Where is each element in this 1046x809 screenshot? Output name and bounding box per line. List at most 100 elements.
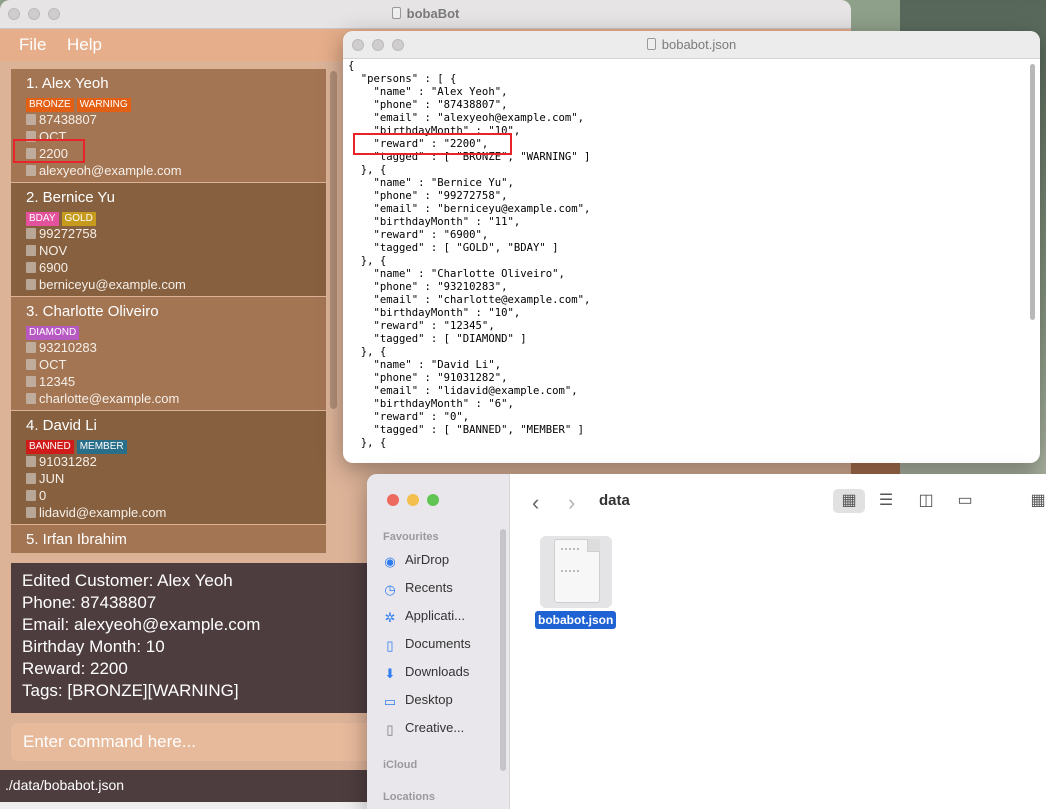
json-line: "reward" : "12345",: [348, 320, 495, 332]
json-line: "tagged" : [ "GOLD", "BDAY" ]: [348, 242, 559, 254]
person-card[interactable]: 1. Alex Yeoh BRONZE WARNING 87438807 OCT 2200…: [11, 69, 326, 182]
sidebar-item-documents[interactable]: ▯ Documents: [383, 636, 498, 658]
sidebar-section-favourites: Favourites: [383, 531, 439, 543]
person-card[interactable]: 3. Charlotte Oliveiro DIAMOND 93210283 OCT 1…: [11, 297, 326, 410]
json-line: "birthdayMonth" : "11",: [348, 216, 521, 228]
sidebar-item-label: Downloads: [405, 664, 470, 679]
menu-help[interactable]: Help: [67, 35, 102, 55]
reward-value: 0: [39, 488, 47, 503]
sidebar-item-label: AirDrop: [405, 552, 450, 567]
sidebar-item-downloads[interactable]: ⬇ Downloads: [383, 664, 498, 686]
sidebar-item-label: Applicati...: [405, 608, 465, 623]
bobabot-titlebar[interactable]: bobaBot: [0, 0, 851, 29]
person-name: 2. Bernice Yu: [26, 189, 115, 206]
email-row: charlotte@example.com: [26, 390, 326, 407]
tag-badge: WARNING: [76, 98, 131, 112]
email-icon: [26, 165, 36, 176]
sidebar-item-desktop[interactable]: ▭ Desktop: [383, 692, 498, 714]
person-name: 1. Alex Yeoh: [26, 75, 109, 92]
reward-line-highlight-box: [353, 133, 512, 155]
menu-file[interactable]: File: [19, 35, 46, 55]
reward-value: 12345: [39, 374, 76, 389]
phone-value: 99272758: [39, 226, 97, 241]
list-view-button[interactable]: ☰: [870, 489, 902, 513]
json-line: "tagged" : [ "DIAMOND" ]: [348, 333, 527, 345]
column-view-button[interactable]: ◫: [910, 489, 942, 513]
download-icon: ⬇: [384, 666, 396, 681]
tag-badge: DIAMOND: [26, 326, 80, 340]
json-file-icon: [554, 539, 600, 603]
finder-sidebar: Favourites ◉ AirDrop ◷ Recents ✲ Applicati...…: [367, 474, 510, 809]
sidebar-item-applicati[interactable]: ✲ Applicati...: [383, 608, 498, 630]
forward-chevron-icon[interactable]: ›: [568, 490, 575, 516]
applications-icon: ✲: [384, 610, 396, 625]
birthday-month-value: NOV: [39, 243, 68, 258]
gift-icon: [26, 490, 36, 501]
json-scrollbar[interactable]: [1030, 64, 1035, 320]
email-value: lidavid@example.com: [39, 505, 167, 520]
json-titlebar[interactable]: bobabot.json: [343, 31, 1040, 59]
person-card[interactable]: 5. Irfan Ibrahim: [11, 525, 326, 553]
person-card[interactable]: 4. David Li BANNED MEMBER 91031282 JUN 0 lidav…: [11, 411, 326, 524]
tag-badge: BANNED: [26, 440, 74, 454]
zoom-button[interactable]: [427, 494, 439, 506]
sidebar-item-label: Recents: [405, 580, 453, 595]
reward-row: 0: [26, 487, 326, 504]
json-line: "email" : "berniceyu@example.com",: [348, 203, 591, 215]
tag-row: DIAMOND: [26, 322, 326, 340]
sidebar-item-label: Desktop: [405, 692, 453, 707]
minimize-button[interactable]: [407, 494, 419, 506]
tag-badge: GOLD: [61, 212, 96, 226]
json-line: "email" : "charlotte@example.com",: [348, 294, 591, 306]
group-button[interactable]: ▦: [1022, 489, 1046, 513]
close-button[interactable]: [387, 494, 399, 506]
json-line: "phone" : "87438807",: [348, 99, 508, 111]
sidebar-scrollbar[interactable]: [500, 529, 506, 771]
json-text[interactable]: { "persons" : [ { "name" : "Alex Yeoh", …: [348, 60, 1028, 460]
group-icon: ▦: [1030, 492, 1046, 509]
json-viewer-window: bobabot.json { "persons" : [ { "name" : …: [343, 31, 1040, 463]
email-icon: [26, 507, 36, 518]
person-name: 5. Irfan Ibrahim: [26, 531, 127, 548]
json-line: "email" : "alexyeoh@example.com",: [348, 112, 585, 124]
tag-row: BANNED MEMBER: [26, 436, 326, 454]
json-window-title: bobabot.json: [343, 37, 1040, 52]
phone-row: 87438807: [26, 111, 326, 128]
document-icon: ▯: [386, 638, 394, 653]
email-row: berniceyu@example.com: [26, 276, 326, 293]
gallery-icon: ▭: [957, 492, 973, 509]
sidebar-item-recents[interactable]: ◷ Recents: [383, 580, 498, 602]
back-chevron-icon[interactable]: ‹: [532, 490, 539, 516]
person-card[interactable]: 2. Bernice Yu BDAY GOLD 99272758 NOV 6900 bern…: [11, 183, 326, 296]
person-list-scrollbar[interactable]: [330, 71, 337, 409]
phone-row: 99272758: [26, 225, 326, 242]
grid-icon: ▦: [841, 492, 857, 509]
json-line: "name" : "David Li",: [348, 359, 502, 371]
phone-value: 91031282: [39, 454, 97, 469]
cake-icon: [26, 245, 36, 256]
json-line: "phone" : "91031282",: [348, 372, 508, 384]
person-name: 4. David Li: [26, 417, 97, 434]
json-line: }, {: [348, 164, 387, 176]
email-value: charlotte@example.com: [39, 391, 180, 406]
folder-title: data: [599, 492, 630, 509]
json-line: "name" : "Alex Yeoh",: [348, 86, 508, 98]
gift-icon: [26, 262, 36, 273]
birthday-month-value: OCT: [39, 357, 67, 372]
birthday-row: OCT: [26, 356, 326, 373]
gift-icon: [26, 376, 36, 387]
gallery-view-button[interactable]: ▭: [949, 489, 981, 513]
sidebar-item-creative[interactable]: ▯ Creative...: [383, 720, 498, 742]
tag-badge: MEMBER: [76, 440, 127, 454]
json-line: }, {: [348, 437, 387, 449]
window-title: bobaBot: [0, 6, 851, 21]
app-icon: [391, 7, 401, 19]
sidebar-item-airdrop[interactable]: ◉ AirDrop: [383, 552, 498, 574]
icon-view-button[interactable]: ▦: [833, 489, 865, 513]
json-line: "phone" : "93210283",: [348, 281, 508, 293]
file-name-label[interactable]: bobabot.json: [535, 611, 617, 629]
tag-badge: BRONZE: [26, 98, 74, 112]
phone-value: 87438807: [39, 112, 97, 127]
phone-row: 91031282: [26, 453, 326, 470]
email-icon: [26, 279, 36, 290]
